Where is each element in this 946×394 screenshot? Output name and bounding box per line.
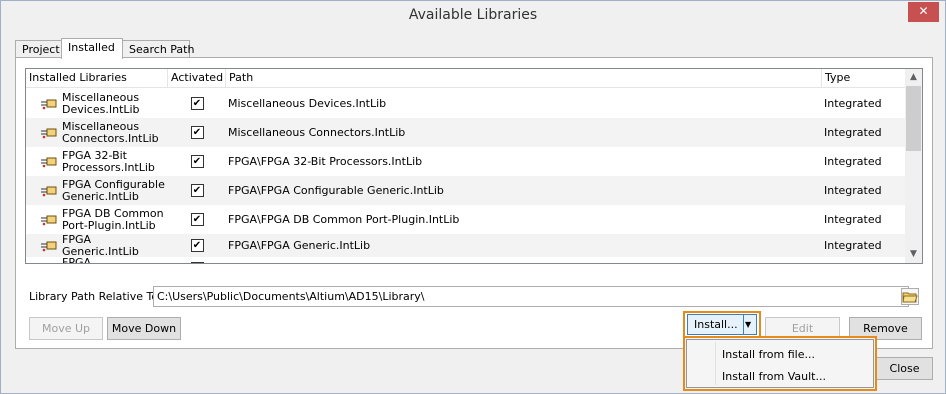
scrollbar-thumb[interactable] xyxy=(906,86,921,151)
move-down-button[interactable]: Move Down xyxy=(107,317,181,340)
close-button[interactable]: Close xyxy=(877,357,933,380)
install-button-highlight: Install... ▼ xyxy=(683,311,761,338)
activated-checkbox[interactable]: ✔ xyxy=(190,126,204,139)
scroll-up-arrow-icon[interactable]: ▲ xyxy=(905,69,922,86)
folder-icon[interactable] xyxy=(901,288,919,305)
library-name-cell: FPGA Configurable Generic.IntLib xyxy=(40,176,168,205)
tab-search-path[interactable]: Search Path xyxy=(122,40,194,58)
activated-cell: ✔ xyxy=(168,205,226,234)
table-row[interactable]: Miscellaneous Connectors.IntLib ✔ Miscella… xyxy=(26,118,906,147)
library-name: FPGA DB Common Port-Plugin.IntLib xyxy=(62,206,164,232)
library-name: FPGA Configurable Generic.IntLib xyxy=(62,177,165,203)
activated-cell: ✔ xyxy=(168,118,226,147)
menu-item-install-from-file[interactable]: Install from file... xyxy=(722,348,815,361)
activated-checkbox[interactable]: ✔ xyxy=(190,262,204,263)
library-path: FPGA\FPGA Configurable Generic.IntLib xyxy=(228,184,444,197)
integrated-library-icon xyxy=(40,214,58,226)
column-header-path[interactable]: Path xyxy=(226,69,822,88)
library-path: FPGA\FPGA 32-Bit Processors.IntLib xyxy=(228,155,423,168)
activated-cell: ✔ xyxy=(168,257,226,263)
activated-checkbox[interactable]: ✔ xyxy=(190,155,204,168)
library-name-cell: FPGA 32-Bit Processors.IntLib xyxy=(40,147,168,176)
activated-checkbox[interactable]: ✔ xyxy=(190,239,204,252)
activated-cell: ✔ xyxy=(168,176,226,205)
grid-header: Installed Libraries Activated Path Type xyxy=(26,69,906,88)
window-title: Available Libraries xyxy=(408,7,538,23)
tab-project[interactable]: Project xyxy=(15,40,62,58)
library-name: Miscellaneous Devices.IntLib xyxy=(62,90,140,116)
install-split-button[interactable]: Install... ▼ xyxy=(687,314,757,335)
integrated-library-icon xyxy=(40,98,58,110)
activated-checkbox[interactable]: ✔ xyxy=(190,184,204,197)
integrated-library-icon xyxy=(40,156,58,168)
integrated-library-icon xyxy=(40,127,58,139)
library-name-cell: FPGA Generic.IntLib xyxy=(40,232,168,258)
library-path: Miscellaneous Connectors.IntLib xyxy=(228,126,406,139)
installed-tab-panel: Installed Libraries Activated Path Type … xyxy=(15,57,933,349)
available-libraries-dialog: Available Libraries ✕ Project Installed … xyxy=(0,0,946,394)
integrated-library-icon xyxy=(40,240,58,252)
library-name: Miscellaneous Connectors.IntLib xyxy=(62,119,159,145)
table-row[interactable]: FPGA Generic.IntLib ✔ FPGA\FPGA Generic.In… xyxy=(26,232,906,258)
menu-frame: Install from file... Install from Vault.… xyxy=(686,339,874,388)
menu-icon-gutter xyxy=(715,342,716,385)
library-grid: Installed Libraries Activated Path Type … xyxy=(25,68,923,264)
menu-item-install-from-vault[interactable]: Install from Vault... xyxy=(722,370,826,383)
split-divider xyxy=(743,315,744,334)
integrated-library-icon xyxy=(40,263,58,264)
activated-checkbox[interactable]: ✔ xyxy=(190,213,204,226)
library-name-cell: FPGA DB Common Port-Plugin.IntLib xyxy=(40,205,168,234)
library-name: FPGA Generic.IntLib xyxy=(62,232,139,258)
activated-checkbox[interactable]: ✔ xyxy=(190,97,204,110)
library-name: FPGA 32-Bit Processors.IntLib xyxy=(62,148,155,174)
library-path: Miscellaneous Devices.IntLib xyxy=(228,97,387,110)
move-up-button[interactable]: Move Up xyxy=(29,317,103,340)
integrated-library-icon xyxy=(40,185,58,197)
library-name-cell: Miscellaneous Devices.IntLib xyxy=(40,89,168,118)
install-button-label[interactable]: Install... xyxy=(694,315,738,334)
library-type: Integrated xyxy=(824,257,906,263)
table-row[interactable]: Miscellaneous Devices.IntLib ✔ Miscellaneo… xyxy=(26,89,906,118)
library-path: FPGA\FPGA Instruments.IntLib xyxy=(228,257,822,263)
library-type: Integrated xyxy=(824,155,882,168)
install-dropdown-menu: Install from file... Install from Vault.… xyxy=(683,336,877,391)
table-row[interactable]: FPGA DB Common Port-Plugin.IntLib ✔ FPGA\F… xyxy=(26,205,906,234)
activated-cell: ✔ xyxy=(168,234,226,257)
library-type: Integrated xyxy=(824,239,882,252)
library-type: Integrated xyxy=(824,126,882,139)
library-name: FPGA Instruments.IntLib xyxy=(62,255,92,264)
activated-cell: ✔ xyxy=(168,147,226,176)
library-path-field[interactable]: C:\Users\Public\Documents\Altium\AD15\Li… xyxy=(153,286,909,307)
chevron-down-icon[interactable]: ▼ xyxy=(745,315,751,334)
library-type: Integrated xyxy=(824,97,882,110)
tab-installed[interactable]: Installed xyxy=(61,38,123,59)
table-row[interactable]: FPGA 32-Bit Processors.IntLib ✔ FPGA\FPGA … xyxy=(26,147,906,176)
window-close-button[interactable]: ✕ xyxy=(908,2,939,22)
library-path: FPGA\FPGA Generic.IntLib xyxy=(228,239,371,252)
title-bar: Available Libraries ✕ xyxy=(1,1,945,32)
library-type: Integrated xyxy=(824,184,882,197)
library-type: Integrated xyxy=(824,213,882,226)
table-row[interactable]: FPGA Configurable Generic.IntLib ✔ FPGA\FP… xyxy=(26,176,906,205)
library-name-cell: Miscellaneous Connectors.IntLib xyxy=(40,118,168,147)
library-name-cell: FPGA Instruments.IntLib xyxy=(40,255,168,264)
column-header-installed-libraries[interactable]: Installed Libraries xyxy=(26,69,168,88)
vertical-scrollbar[interactable]: ▲ ▼ xyxy=(905,69,922,263)
activated-cell: ✔ xyxy=(168,89,226,118)
column-header-type[interactable]: Type xyxy=(822,69,906,88)
library-path-label: Library Path Relative To: xyxy=(29,290,162,303)
column-header-activated[interactable]: Activated xyxy=(168,69,226,88)
library-path: FPGA\FPGA DB Common Port-Plugin.IntLib xyxy=(228,213,460,226)
scroll-down-arrow-icon[interactable]: ▼ xyxy=(905,246,922,263)
table-row[interactable]: FPGA Instruments.IntLib ✔ FPGA\FPGA Instru… xyxy=(26,255,906,264)
